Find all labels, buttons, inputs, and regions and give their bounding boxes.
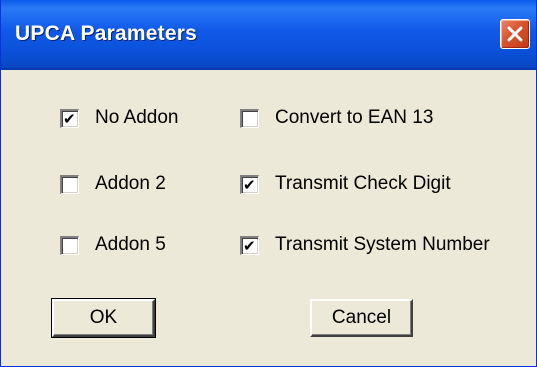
ok-button[interactable]: OK (51, 298, 156, 338)
addon-2-checkbox[interactable] (60, 174, 79, 194)
dialog-window: UPCA Parameters ✔ No Addon Addon 2 Addon… (0, 0, 537, 367)
window-title: UPCA Parameters (15, 22, 197, 45)
option-addon-2[interactable]: Addon 2 (60, 171, 166, 197)
convert-ean13-label: Convert to EAN 13 (275, 107, 434, 128)
close-icon (507, 26, 523, 42)
checkmark-icon: ✔ (243, 175, 256, 194)
no-addon-checkbox[interactable]: ✔ (60, 108, 79, 128)
cancel-button[interactable]: Cancel (310, 299, 413, 337)
option-convert-ean13[interactable]: Convert to EAN 13 (240, 105, 433, 131)
transmit-system-number-label: Transmit System Number (275, 234, 490, 255)
title-bar[interactable]: UPCA Parameters (1, 0, 536, 70)
addon-2-label: Addon 2 (95, 173, 166, 194)
option-transmit-check-digit[interactable]: ✔ Transmit Check Digit (240, 171, 451, 197)
transmit-check-digit-label: Transmit Check Digit (275, 173, 451, 194)
addon-5-label: Addon 5 (95, 234, 166, 255)
transmit-check-digit-checkbox[interactable]: ✔ (240, 174, 259, 194)
no-addon-label: No Addon (95, 107, 179, 128)
checkmark-icon: ✔ (63, 109, 76, 128)
option-transmit-system-number[interactable]: ✔ Transmit System Number (240, 232, 490, 258)
option-no-addon[interactable]: ✔ No Addon (60, 105, 178, 131)
addon-5-checkbox[interactable] (60, 235, 79, 255)
option-addon-5[interactable]: Addon 5 (60, 232, 166, 258)
transmit-system-number-checkbox[interactable]: ✔ (240, 235, 259, 255)
checkmark-icon: ✔ (243, 236, 256, 255)
close-button[interactable] (500, 19, 530, 49)
convert-ean13-checkbox[interactable] (240, 108, 259, 128)
